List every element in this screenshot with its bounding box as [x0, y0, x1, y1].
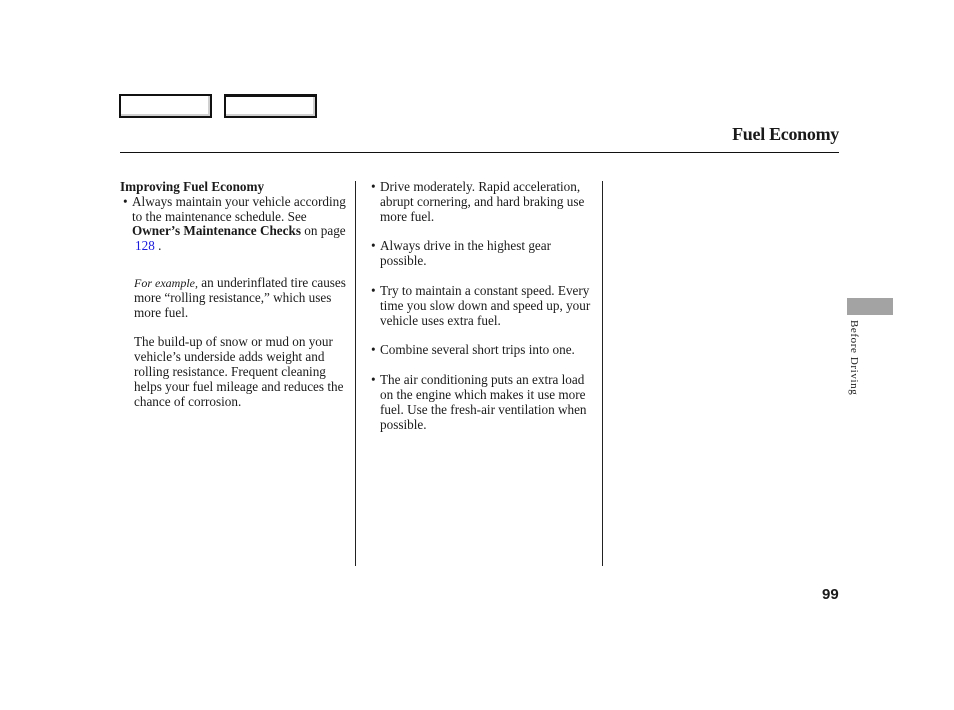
title-divider [120, 152, 839, 153]
bullet-icon: • [371, 282, 376, 298]
list-item: • Always drive in the highest gear possi… [368, 239, 593, 269]
bullet-icon: • [371, 342, 376, 358]
italic-lead: For example, [134, 275, 198, 290]
bullet-text: Always maintain your vehicle according t… [132, 193, 346, 224]
middle-column: • Drive moderately. Rapid acceleration, … [368, 179, 593, 432]
reference-title: Owner’s Maintenance Checks [132, 223, 301, 239]
list-item: • Always maintain your vehicle according… [120, 193, 350, 254]
bullet-text-cont: on page [300, 223, 346, 239]
section-tab [847, 298, 893, 315]
bullet-text: Drive moderately. Rapid acceleration, ab… [380, 179, 585, 224]
page-link-128[interactable]: 128 [135, 238, 155, 253]
bullet-text: The air conditioning puts an extra load … [380, 372, 587, 432]
paragraph: The build-up of snow or mud on your vehi… [134, 334, 344, 409]
list-item: • The air conditioning puts an extra loa… [368, 372, 593, 432]
bullet-icon: • [371, 238, 376, 254]
list-item: • Combine several short trips into one. [368, 342, 593, 358]
bullet-text: Always drive in the highest gear possibl… [380, 238, 552, 269]
previous-page-button[interactable] [119, 94, 212, 118]
left-column: Improving Fuel Economy • Always maintain… [120, 179, 350, 409]
next-page-button[interactable] [224, 94, 317, 118]
page-number: 99 [822, 586, 839, 603]
bullet-text: Combine several short trips into one. [380, 342, 575, 358]
bullet-icon: • [371, 179, 376, 194]
bullet-end: . [154, 238, 162, 254]
list-item: • Try to maintain a constant speed. Ever… [368, 282, 593, 328]
list-item: • Drive moderately. Rapid acceleration, … [368, 179, 593, 224]
column-divider [355, 181, 356, 566]
bullet-text: Try to maintain a constant speed. Every … [380, 282, 591, 328]
section-label: Before Driving [848, 320, 860, 396]
page-title: Fuel Economy [732, 124, 839, 144]
bullet-icon: • [371, 372, 376, 388]
section-heading: Improving Fuel Economy [120, 179, 265, 194]
paragraph: For example, an underinflated tire cause… [120, 275, 350, 320]
bullet-icon: • [123, 193, 128, 209]
column-divider [602, 181, 603, 566]
